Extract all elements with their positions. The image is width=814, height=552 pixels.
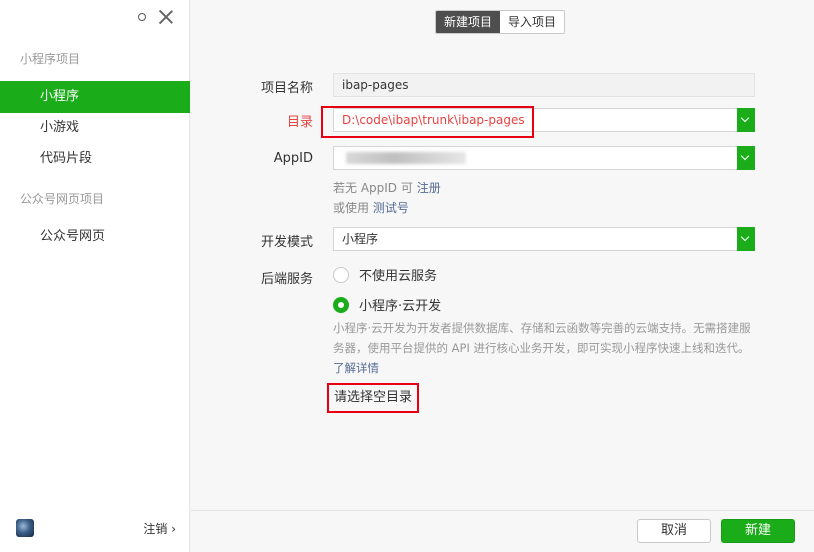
cloud-description: 小程序·云开发为开发者提供数据库、存储和云函数等完善的云端支持。无需搭建服务器，… [333, 321, 751, 375]
sidebar-item-official-web[interactable]: 公众号网页 [0, 221, 190, 253]
chevron-down-icon[interactable] [737, 108, 755, 132]
chevron-down-icon[interactable] [737, 146, 755, 170]
section-title-official-account: 公众号网页项目 [20, 192, 105, 206]
radio-on-icon[interactable] [333, 296, 349, 313]
directory-highlight [321, 106, 534, 138]
project-name-label: 项目名称 [260, 81, 313, 96]
chevron-down-icon[interactable] [737, 227, 755, 251]
directory-label: 目录 [286, 115, 313, 130]
test-account-link[interactable]: 测试号 [373, 201, 409, 215]
tab-new-project[interactable]: 新建项目 [436, 11, 501, 33]
main-panel: 新建项目 导入项目 项目名称 ibap-pages 目录 D:\code\iba… [191, 0, 814, 552]
avatar [16, 519, 34, 537]
dev-mode-select[interactable]: 小程序 [333, 227, 755, 251]
logout-link[interactable]: 注销 › [143, 520, 176, 537]
dev-mode-label: 开发模式 [260, 235, 313, 250]
sidebar-item-code-snippet[interactable]: 代码片段 [0, 143, 190, 175]
close-icon[interactable] [157, 8, 175, 26]
radio-no-cloud[interactable]: 不使用云服务 [333, 265, 437, 284]
radio-cloud-dev[interactable]: 小程序·云开发 [333, 295, 441, 314]
learn-more-link[interactable]: 了解详情 [333, 361, 379, 375]
sidebar-item-minigame[interactable]: 小游戏 [0, 112, 190, 144]
radio-off-icon[interactable] [333, 266, 349, 283]
register-link[interactable]: 注册 [417, 181, 441, 195]
appid-hint-testid: 或使用 测试号 [333, 201, 409, 215]
appid-select[interactable] [333, 146, 755, 170]
cancel-button[interactable]: 取消 [637, 519, 711, 543]
select-empty-dir-button[interactable]: 请选择空目录 [327, 383, 419, 413]
window-controls [135, 8, 175, 26]
section-title-miniprogram: 小程序项目 [20, 52, 81, 66]
project-name-input[interactable]: ibap-pages [333, 73, 755, 97]
appid-blurred-value [346, 152, 466, 164]
tab-import-project[interactable]: 导入项目 [500, 11, 565, 33]
dev-mode-value: 小程序 [342, 232, 379, 246]
create-button[interactable]: 新建 [721, 519, 795, 543]
appid-label: AppID [273, 151, 313, 166]
account-row: 注销 › [0, 518, 190, 538]
project-type-tabs: 新建项目 导入项目 [435, 10, 566, 34]
sidebar-item-miniprogram[interactable]: 小程序 [0, 81, 190, 113]
backend-label: 后端服务 [260, 272, 313, 287]
sidebar: 小程序项目 小程序 小游戏 代码片段 公众号网页项目 公众号网页 注销 › [0, 0, 190, 552]
settings-icon[interactable] [135, 10, 149, 24]
appid-hint-register: 若无 AppID 可 注册 [333, 181, 441, 195]
footer: 取消 新建 [191, 510, 814, 552]
